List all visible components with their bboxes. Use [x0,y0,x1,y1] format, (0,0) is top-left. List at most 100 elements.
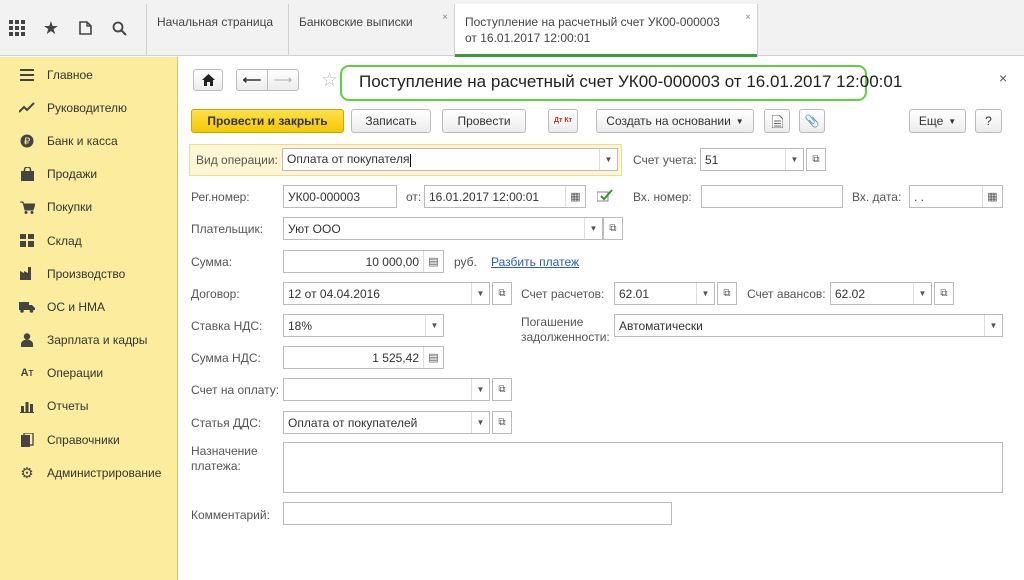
sidebar-item-label: Операции [47,366,104,381]
home-button[interactable] [193,69,223,91]
sidebar-item-salary-hr[interactable]: Зарплата и кадры [0,324,177,357]
sidebar-item-operations[interactable]: AT Операции [0,357,177,390]
top-bar: ★ Начальная страница Банковские выписки … [0,0,1024,57]
vat-rate-select[interactable]: 18% ▼ [283,314,444,337]
help-button[interactable]: ? [975,109,1002,133]
dropdown-arrow-icon: ▼ [735,116,744,126]
settlement-account-select[interactable]: 62.01 ▼ [614,282,715,305]
sidebar-item-label: Главное [47,67,93,82]
debt-repayment-select[interactable]: Автоматически ▼ [614,314,1003,337]
open-cash-flow-item-button[interactable]: ⧉ [492,411,512,434]
reg-number-input[interactable]: УК00-000003 [283,185,397,208]
advance-account-value: 62.02 [835,286,866,301]
payer-select[interactable]: Уют ООО ▼ [283,217,603,240]
settlement-account-label: Счет расчетов: [521,287,605,301]
contract-label: Договор: [191,287,240,301]
sidebar-item-warehouse[interactable]: Склад [0,224,177,257]
search-icon[interactable] [102,0,136,56]
calculator-icon[interactable]: ▤ [423,251,443,272]
truck-icon [18,299,36,315]
apps-grid-icon[interactable] [0,0,34,56]
dropdown-arrow-icon[interactable]: ▼ [599,149,617,170]
sidebar-item-fixed-assets[interactable]: ОС и НМА [0,290,177,323]
operation-type-label: Вид операции: [196,153,278,167]
page-title: Поступление на расчетный счет УК00-00000… [359,72,903,91]
dropdown-arrow-icon[interactable]: ▼ [984,315,1002,336]
incoming-date-input[interactable]: . . ▦ [909,185,1003,208]
cash-flow-item-select[interactable]: Оплата от покупателей ▼ [283,411,490,434]
operation-type-select[interactable]: Оплата от покупателя ▼ [282,148,618,171]
home-icon [201,74,215,86]
dropdown-arrow-icon[interactable]: ▼ [471,379,489,400]
attach-button[interactable]: 📎 [799,109,825,133]
cash-flow-item-label: Статья ДДС: [191,416,262,430]
incoming-number-input[interactable] [701,185,843,208]
save-button[interactable]: Записать [351,109,431,133]
print-button[interactable] [764,109,790,133]
calendar-icon[interactable]: ▦ [982,186,1002,207]
split-payment-link[interactable]: Разбить платеж [491,255,579,269]
sidebar-item-bank-cash[interactable]: ₽ Банк и касса [0,124,177,157]
vat-sum-input[interactable]: 1 525,42 ▤ [283,346,444,369]
open-invoice-button[interactable]: ⧉ [492,378,512,401]
sum-value: 10 000,00 [365,254,419,269]
dropdown-arrow-icon[interactable]: ▼ [425,315,443,336]
contract-select[interactable]: 12 от 04.04.2016 ▼ [283,282,490,305]
post-and-close-button[interactable]: Провести и закрыть [191,109,344,133]
reg-number-value: УК00-000003 [288,189,360,204]
reports-icon [18,398,36,414]
dropdown-arrow-icon[interactable]: ▼ [696,283,714,304]
calculator-icon[interactable]: ▤ [423,347,443,368]
dt-kt-button[interactable]: Дт Кт [548,109,578,133]
open-advance-account-button[interactable]: ⧉ [934,282,954,305]
open-payer-button[interactable]: ⧉ [603,217,623,240]
open-settlement-account-button[interactable]: ⧉ [717,282,737,305]
back-button[interactable]: ⟵ [236,69,268,91]
vat-sum-label: Сумма НДС: [191,351,261,365]
date-from-label: от: [406,190,422,204]
settlement-account-value: 62.01 [619,286,650,301]
sum-input[interactable]: 10 000,00 ▤ [283,250,444,273]
sidebar-item-administration[interactable]: ⚙ Администрирование [0,456,177,489]
arrow-right-icon: ⟶ [273,72,293,87]
close-icon[interactable]: × [745,10,751,26]
check-icon[interactable] [596,189,613,203]
tab-bank-statements[interactable]: Банковские выписки × [288,4,454,56]
open-account-button[interactable]: ⧉ [806,148,826,171]
dropdown-arrow-icon[interactable]: ▼ [471,283,489,304]
account-select[interactable]: 51 ▼ [700,148,804,171]
dropdown-arrow-icon[interactable]: ▼ [785,149,803,170]
sidebar-item-manager[interactable]: Руководителю [0,91,177,124]
open-contract-button[interactable]: ⧉ [492,282,512,305]
sidebar-item-main[interactable]: Главное [0,58,177,91]
invoice-select[interactable]: ▼ [283,378,490,401]
calendar-icon[interactable]: ▦ [565,186,585,207]
favorite-star-icon[interactable]: ☆ [321,69,338,92]
advance-account-select[interactable]: 62.02 ▼ [830,282,932,305]
sidebar-item-references[interactable]: Справочники [0,423,177,456]
more-button[interactable]: Еще ▼ [909,109,966,133]
incoming-date-label: Вх. дата: [852,190,902,204]
factory-icon [18,266,36,282]
payment-purpose-textarea[interactable] [283,442,1003,493]
incoming-date-value: . . [914,189,925,204]
close-icon[interactable]: × [442,10,448,26]
post-button[interactable]: Провести [442,109,526,133]
favorites-star-icon[interactable]: ★ [34,0,68,56]
sidebar-item-sales[interactable]: Продажи [0,158,177,191]
date-input[interactable]: 16.01.2017 12:00:01 ▦ [424,185,586,208]
payer-value: Уют ООО [288,221,341,236]
sidebar-item-reports[interactable]: Отчеты [0,390,177,423]
history-icon[interactable] [68,0,102,56]
forward-button[interactable]: ⟶ [267,69,299,91]
dropdown-arrow-icon[interactable]: ▼ [584,218,602,239]
create-based-on-button[interactable]: Создать на основании ▼ [596,109,754,133]
dropdown-arrow-icon[interactable]: ▼ [913,283,931,304]
tab-receipt-document[interactable]: Поступление на расчетный счет УК00-00000… [454,4,758,57]
dropdown-arrow-icon[interactable]: ▼ [471,412,489,433]
close-icon[interactable]: × [999,70,1007,86]
tab-home[interactable]: Начальная страница [146,4,288,56]
comment-input[interactable] [283,502,672,525]
sidebar-item-purchases[interactable]: Покупки [0,191,177,224]
sidebar-item-production[interactable]: Производство [0,257,177,290]
